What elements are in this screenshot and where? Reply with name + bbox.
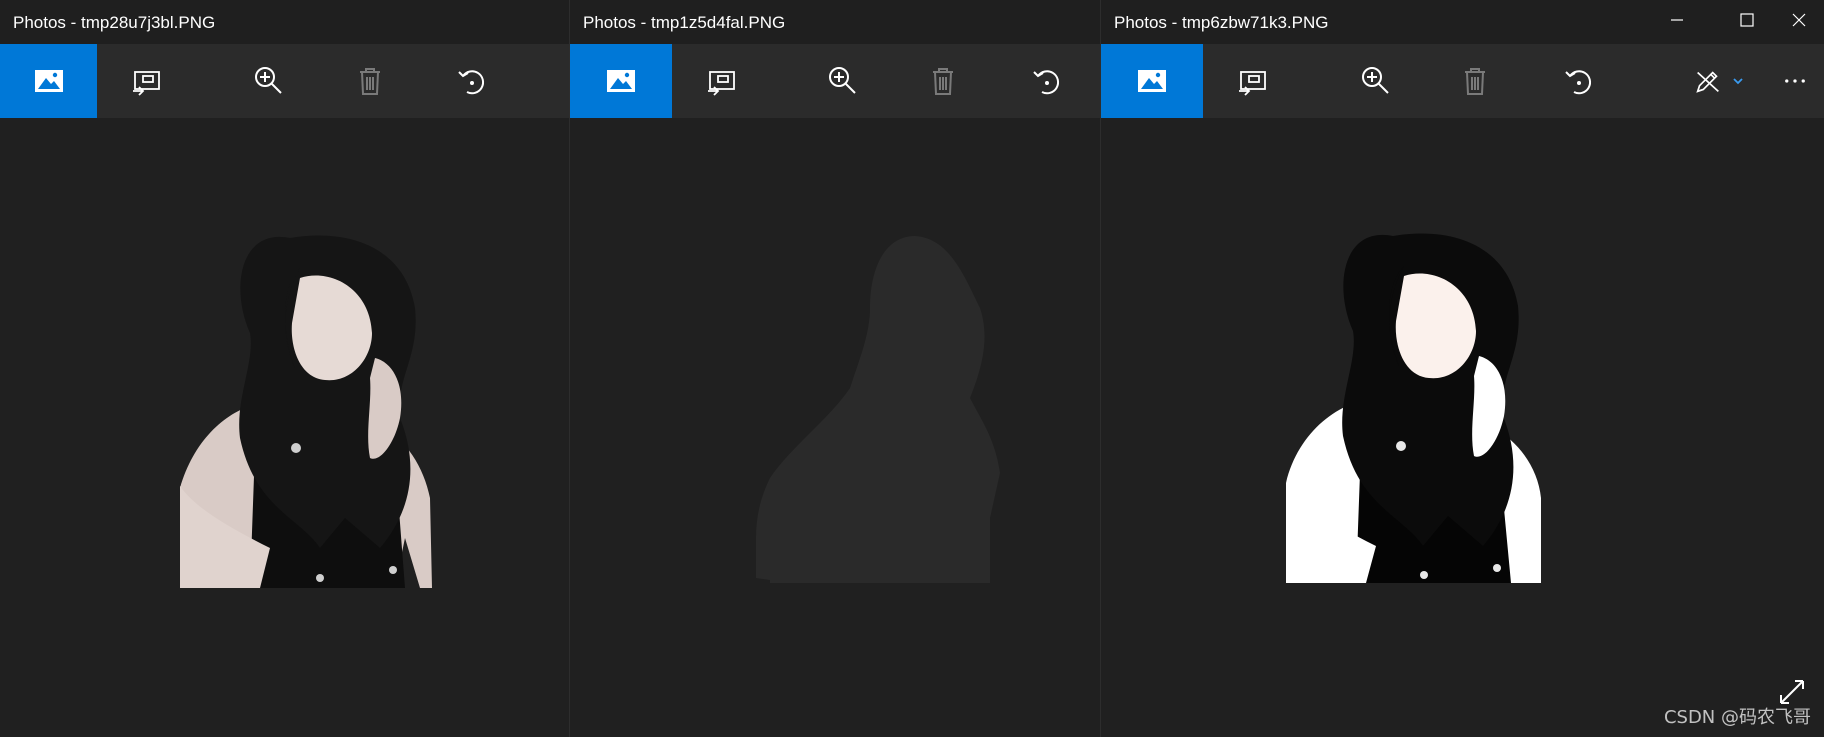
zoom-in-button[interactable] — [218, 44, 318, 118]
image-canvas: CSDN @码农飞哥 — [1101, 118, 1824, 737]
photos-window-1: Photos - tmp28u7j3bl.PNG — [0, 0, 569, 737]
photos-window-2: Photos - tmp1z5d4fal.PNG — [569, 0, 1101, 737]
minimize-button[interactable] — [1643, 0, 1711, 40]
image-icon — [34, 70, 63, 92]
slideshow-icon — [133, 71, 160, 96]
close-icon — [1792, 13, 1806, 27]
photo-high-contrast — [1286, 233, 1541, 583]
image-icon — [607, 70, 635, 92]
rotate-button[interactable] — [997, 44, 1097, 118]
window-title: Photos - tmp1z5d4fal.PNG — [583, 13, 786, 32]
maximize-icon — [1740, 13, 1754, 27]
photo — [180, 235, 432, 588]
watermark: CSDN @码农飞哥 — [1663, 707, 1811, 728]
slideshow-icon — [1239, 71, 1266, 96]
delete-button[interactable] — [320, 44, 420, 118]
rotate-button[interactable] — [1529, 44, 1629, 118]
window-title: Photos - tmp6zbw71k3.PNG — [1114, 13, 1329, 32]
trash-icon — [360, 68, 380, 95]
toolbar — [0, 44, 569, 118]
slideshow-button[interactable] — [1203, 44, 1303, 118]
edit-draw-icon — [1696, 71, 1719, 93]
image-canvas — [570, 118, 1101, 737]
title-bar: Photos - tmp6zbw71k3.PNG — [1101, 0, 1824, 44]
mask-silhouette — [756, 236, 1000, 583]
rotate-icon — [1033, 70, 1059, 95]
close-button[interactable] — [1773, 0, 1824, 40]
zoom-in-button[interactable] — [792, 44, 892, 118]
view-image-button[interactable] — [570, 44, 672, 118]
rotate-button[interactable] — [422, 44, 522, 118]
slideshow-button[interactable] — [672, 44, 772, 118]
delete-button[interactable] — [893, 44, 993, 118]
chevron-down-icon — [1733, 78, 1743, 85]
screen: Photos - tmp28u7j3bl.PNG Photos - tmp1z5… — [0, 0, 1824, 737]
delete-button[interactable] — [1425, 44, 1525, 118]
toolbar — [570, 44, 1101, 118]
trash-icon — [933, 68, 953, 95]
photos-window-3: Photos - tmp6zbw71k3.PNG CSDN @码农飞哥 — [1100, 0, 1824, 737]
minimize-icon — [1671, 19, 1683, 21]
slideshow-icon — [708, 71, 735, 96]
rotate-icon — [458, 70, 484, 95]
image-canvas — [0, 118, 569, 737]
window-title: Photos - tmp28u7j3bl.PNG — [13, 13, 216, 32]
title-bar: Photos - tmp28u7j3bl.PNG — [0, 0, 569, 44]
title-bar: Photos - tmp1z5d4fal.PNG — [570, 0, 1101, 44]
maximize-button[interactable] — [1713, 0, 1781, 40]
more-icon — [1785, 79, 1805, 83]
zoom-in-icon — [829, 67, 856, 94]
image-icon — [1138, 70, 1166, 92]
view-image-button[interactable] — [0, 44, 97, 118]
view-image-button[interactable] — [1101, 44, 1203, 118]
toolbar — [1101, 44, 1824, 118]
slideshow-button[interactable] — [97, 44, 197, 118]
rotate-icon — [1565, 70, 1591, 95]
zoom-in-button[interactable] — [1325, 44, 1425, 118]
edit-draw-button[interactable] — [1673, 44, 1763, 118]
more-button[interactable] — [1765, 44, 1824, 118]
zoom-in-icon — [255, 67, 282, 94]
trash-icon — [1465, 68, 1485, 95]
zoom-in-icon — [1362, 67, 1389, 94]
